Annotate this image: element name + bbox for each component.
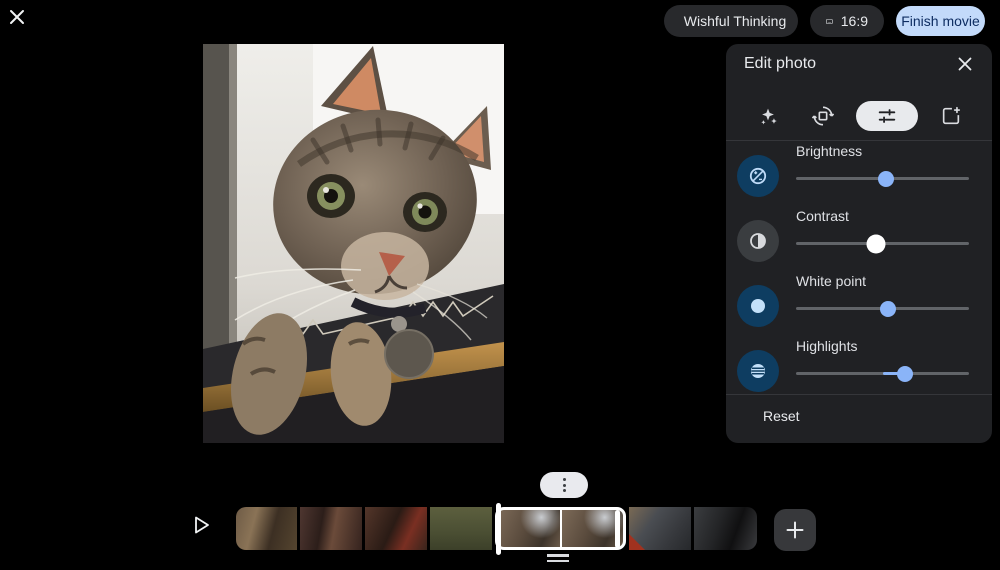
crop-rotate-icon <box>812 105 834 127</box>
reset-button[interactable]: Reset <box>726 395 992 443</box>
timeline-clip-2[interactable] <box>300 507 362 550</box>
plus-icon <box>784 519 806 541</box>
finish-movie-button[interactable]: Finish movie <box>896 6 985 36</box>
highlights-slider-thumb[interactable] <box>897 366 913 382</box>
timeline-drag-handle[interactable] <box>547 554 569 565</box>
contrast-slider-thumb[interactable] <box>866 234 885 253</box>
white-point-icon <box>737 285 779 327</box>
tab-auto-enhance[interactable] <box>746 101 790 131</box>
add-photo-icon <box>940 105 962 127</box>
clip-more-options-button[interactable] <box>540 472 588 498</box>
brightness-slider-thumb[interactable] <box>878 171 894 187</box>
timeline-clip-4[interactable] <box>430 507 492 550</box>
aspect-ratio-icon <box>826 14 833 29</box>
finish-movie-label: Finish movie <box>901 13 980 29</box>
play-icon <box>189 513 213 537</box>
close-icon <box>8 8 26 26</box>
soundtrack-label: Wishful Thinking <box>684 13 786 29</box>
aspect-ratio-button[interactable]: 16:9 <box>810 5 884 37</box>
timeline-clip-7[interactable] <box>694 507 757 550</box>
aspect-ratio-label: 16:9 <box>841 13 868 29</box>
timeline-clip-1[interactable] <box>236 507 297 550</box>
panel-title: Edit photo <box>744 55 816 73</box>
brightness-row: Brightness <box>726 155 992 215</box>
sparkle-icon <box>757 105 779 127</box>
add-clip-button[interactable] <box>774 509 816 551</box>
timeline-clip-selected[interactable] <box>495 507 626 550</box>
clip-frame <box>498 510 560 547</box>
close-icon <box>956 55 974 73</box>
contrast-label: Contrast <box>796 208 849 224</box>
contrast-icon <box>737 220 779 262</box>
timeline-clip-6[interactable] <box>629 507 691 550</box>
photo-preview <box>203 44 504 443</box>
white-point-slider-thumb[interactable] <box>880 301 896 317</box>
timeline-clips <box>236 507 757 550</box>
edit-tabs <box>726 96 992 136</box>
edit-photo-panel: Edit photo <box>726 44 992 443</box>
tab-insert-photo[interactable] <box>929 101 973 131</box>
white-point-row: White point <box>726 285 992 345</box>
exposure-icon <box>737 155 779 197</box>
movie-editor-stage: Wishful Thinking 16:9 Finish movie <box>0 0 1000 570</box>
trim-handle-left[interactable] <box>496 503 501 555</box>
tune-sliders-icon <box>876 105 898 127</box>
play-button[interactable] <box>189 513 213 537</box>
trim-handle-right[interactable] <box>615 510 620 548</box>
contrast-slider[interactable] <box>796 234 969 252</box>
brightness-label: Brightness <box>796 143 862 159</box>
highlights-slider[interactable] <box>796 364 969 382</box>
tab-adjust[interactable] <box>856 101 918 131</box>
contrast-row: Contrast <box>726 220 992 280</box>
brightness-slider[interactable] <box>796 169 969 187</box>
divider <box>726 140 992 141</box>
highlights-label: Highlights <box>796 338 857 354</box>
close-editor-button[interactable] <box>8 8 26 26</box>
timeline-clip-3[interactable] <box>365 507 427 550</box>
panel-close-button[interactable] <box>956 55 974 73</box>
white-point-slider[interactable] <box>796 299 969 317</box>
more-options-dots <box>563 478 566 481</box>
tab-crop-rotate[interactable] <box>801 101 845 131</box>
soundtrack-button[interactable]: Wishful Thinking <box>664 5 798 37</box>
clip-frame <box>562 510 624 547</box>
reset-label: Reset <box>763 408 800 424</box>
panel-header: Edit photo <box>726 44 992 84</box>
white-point-label: White point <box>796 273 866 289</box>
highlights-icon <box>737 350 779 392</box>
cat-photo <box>203 44 504 443</box>
